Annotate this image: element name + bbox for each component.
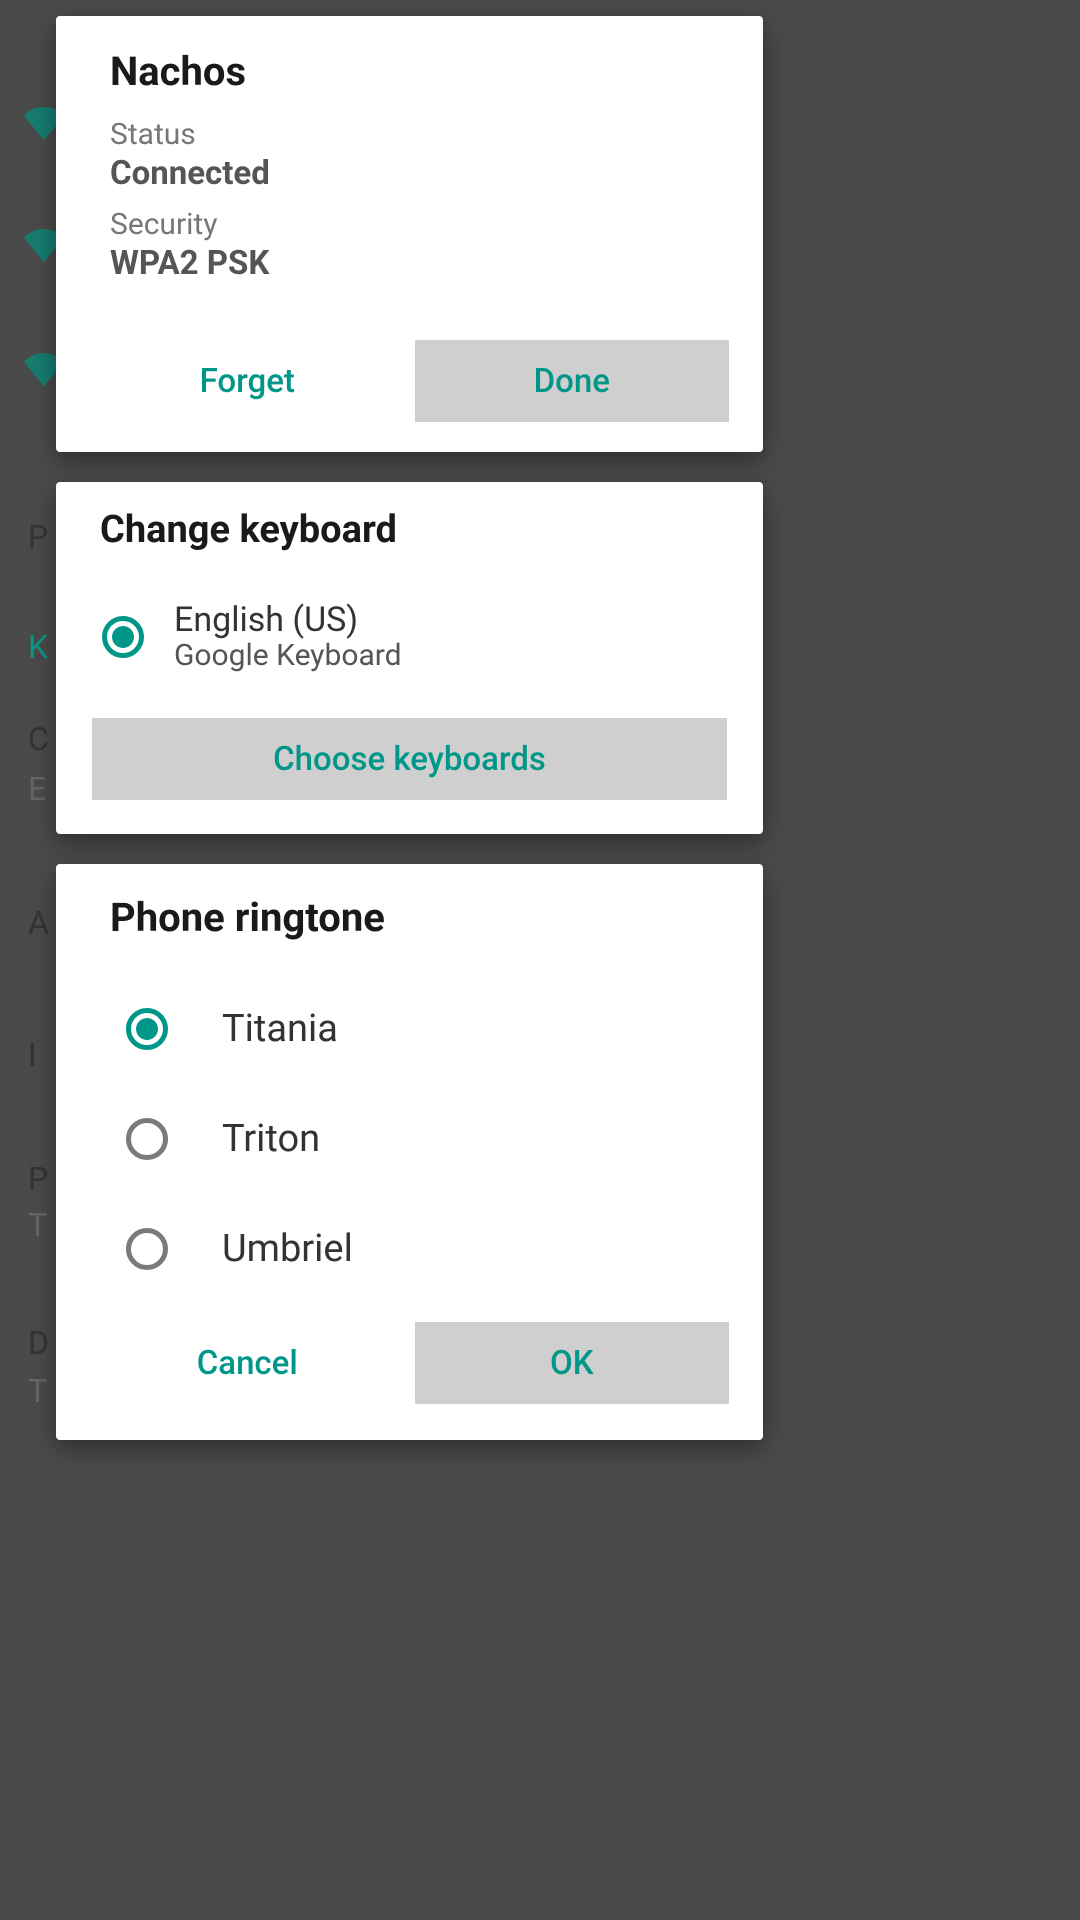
radio-button-icon [126, 1008, 168, 1050]
wifi-status-block: Status Connected Security WPA2 PSK [56, 107, 763, 283]
wifi-detail-dialog: Nachos Status Connected Security WPA2 PS… [56, 16, 763, 452]
ringtone-dialog-buttons: Cancel OK [56, 1322, 763, 1404]
wifi-dialog-buttons: Forget Done [56, 340, 763, 422]
radio-button-icon [102, 616, 144, 658]
ringtone-label: Umbriel [222, 1227, 353, 1271]
change-keyboard-dialog: Change keyboard English (US) Google Keyb… [56, 482, 763, 834]
status-label: Status [110, 117, 709, 152]
ringtone-options-list: Titania Triton Umbriel [56, 983, 763, 1295]
cancel-button[interactable]: Cancel [90, 1322, 405, 1404]
status-value: Connected [110, 154, 709, 193]
ringtone-option-triton[interactable]: Triton [72, 1093, 747, 1185]
radio-button-icon [126, 1228, 168, 1270]
ok-button[interactable]: OK [415, 1322, 730, 1404]
keyboard-option-secondary: Google Keyboard [174, 638, 402, 673]
radio-button-icon [126, 1118, 168, 1160]
forget-button[interactable]: Forget [90, 340, 405, 422]
security-label: Security [110, 207, 709, 242]
wifi-network-name: Nachos [56, 48, 763, 107]
ringtone-label: Triton [222, 1117, 320, 1161]
ringtone-option-umbriel[interactable]: Umbriel [72, 1203, 747, 1295]
choose-keyboards-button[interactable]: Choose keyboards [92, 718, 727, 800]
keyboard-option-labels: English (US) Google Keyboard [174, 600, 402, 673]
keyboard-option-primary: English (US) [174, 600, 402, 640]
ringtone-option-titania[interactable]: Titania [72, 983, 747, 1075]
keyboard-option[interactable]: English (US) Google Keyboard [56, 582, 763, 691]
phone-ringtone-dialog: Phone ringtone Titania Triton Umbriel Ca… [56, 864, 763, 1440]
ringtone-label: Titania [222, 1007, 338, 1051]
done-button[interactable]: Done [415, 340, 730, 422]
ringtone-dialog-title: Phone ringtone [56, 894, 763, 953]
security-value: WPA2 PSK [110, 244, 709, 283]
keyboard-dialog-title: Change keyboard [56, 508, 763, 582]
